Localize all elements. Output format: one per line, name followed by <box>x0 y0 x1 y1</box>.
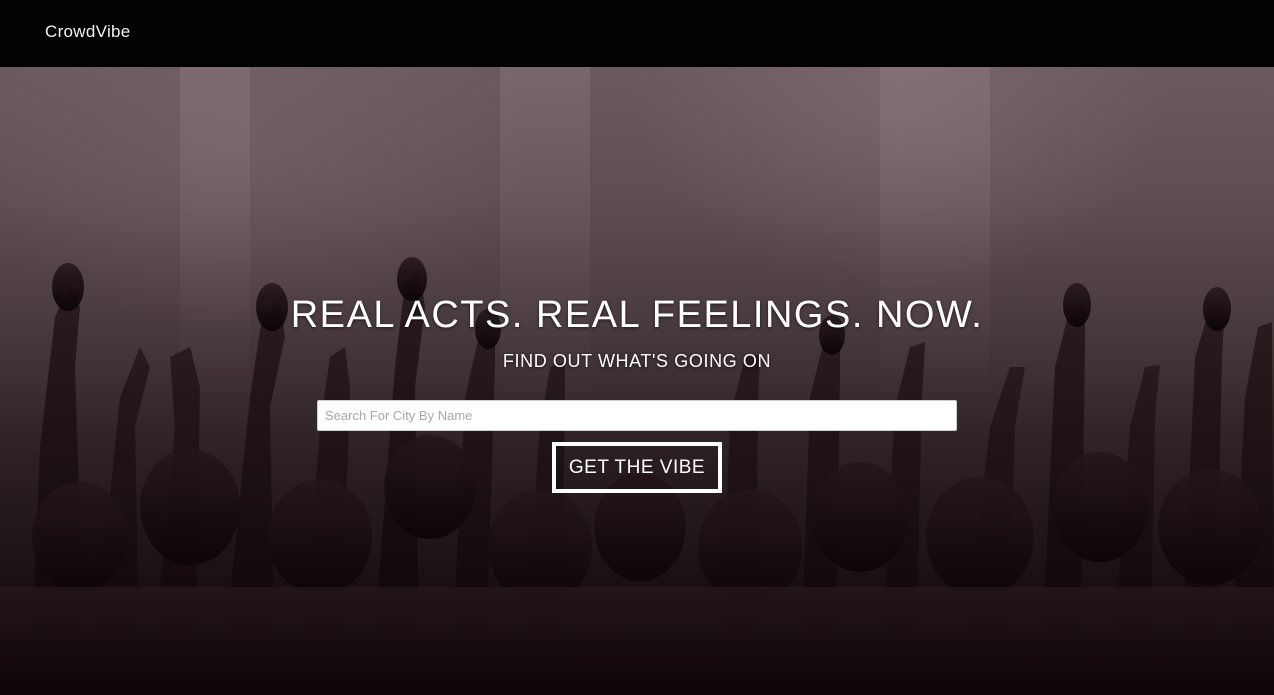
hero-section: REAL ACTS. REAL FEELINGS. NOW. FIND OUT … <box>0 67 1274 695</box>
brand-logo-link[interactable]: CrowdVibe <box>45 22 131 42</box>
hero-subheadline: FIND OUT WHAT'S GOING ON <box>502 351 772 371</box>
top-navbar: CrowdVibe <box>0 0 1274 67</box>
city-search-input[interactable] <box>317 400 957 431</box>
get-the-vibe-button[interactable]: GET THE VIBE <box>552 442 722 493</box>
hero-content: REAL ACTS. REAL FEELINGS. NOW. FIND OUT … <box>0 67 1274 695</box>
hero-headline: REAL ACTS. REAL FEELINGS. NOW. <box>290 294 984 336</box>
